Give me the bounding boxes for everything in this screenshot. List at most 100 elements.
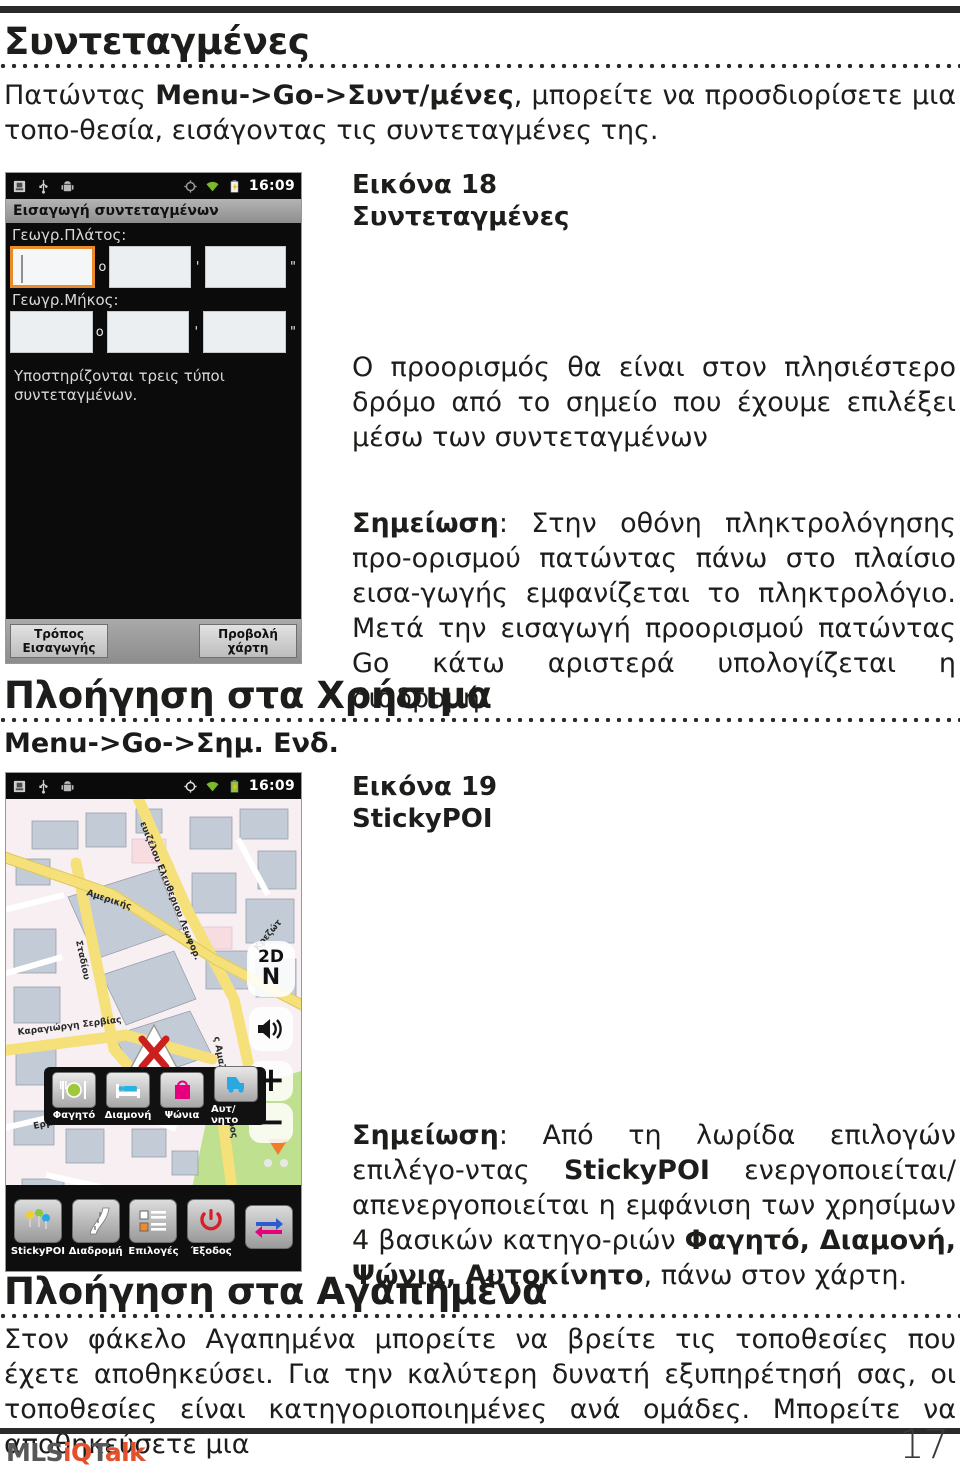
figure-18-caption: Εικόνα 18 Συντεταγμένες xyxy=(352,170,569,233)
dock-item-arrows[interactable] xyxy=(242,1204,296,1252)
usb-icon xyxy=(39,779,48,794)
longitude-label: Γεωγρ.Μήκος: xyxy=(12,291,119,309)
map-view-label-2: χάρτη xyxy=(227,641,269,655)
status-left-icons xyxy=(12,179,75,194)
text-caret xyxy=(21,255,23,283)
poi-strip: Φαγητό Διαμονή Ψώνια Αυτ/νητο xyxy=(44,1066,266,1126)
latitude-seconds-input[interactable] xyxy=(204,246,286,288)
figure-18-caption-line1: Εικόνα 18 xyxy=(352,170,498,200)
dock-label-route: Διαδρομή xyxy=(68,1246,123,1257)
note-1-label: Σημείωση xyxy=(352,508,499,539)
latitude-row: o ' " xyxy=(6,246,301,288)
status-right-icons-map: 16:09 xyxy=(183,778,295,794)
figure-18-body: Ο προορισμός θα είναι στον πλησιέστερο δ… xyxy=(352,352,956,454)
battery-charging-icon xyxy=(230,779,239,793)
map-mode-2d-button[interactable]: 2D N xyxy=(247,941,295,997)
road-icon xyxy=(89,1207,110,1235)
dotted-divider-2 xyxy=(0,716,960,725)
status-left-icons-map xyxy=(12,779,75,794)
android-debug-icon xyxy=(61,180,74,191)
speaker-icon xyxy=(258,1019,282,1039)
poi-label-food: Φαγητό xyxy=(52,1109,96,1121)
wifi-icon xyxy=(206,181,219,191)
dock-item-stickypoi[interactable]: StickyPOI xyxy=(11,1199,65,1257)
dock-item-route[interactable]: Διαδρομή xyxy=(69,1199,123,1257)
status-clock: 16:09 xyxy=(248,178,295,194)
figure-19-caption-line2: StickyPOI xyxy=(352,803,493,834)
minute-unit-lon: ' xyxy=(194,324,199,340)
dock-label-options: Επιλογές xyxy=(128,1246,179,1257)
dock-label-exit: Έξοδος xyxy=(190,1246,232,1257)
map-dock-bar: StickyPOI Διαδρομή Επιλογές Έξοδος xyxy=(6,1185,301,1271)
input-method-button[interactable]: Τρόπος Εισαγωγής xyxy=(10,624,108,658)
page-number: 17 xyxy=(899,1422,949,1468)
longitude-degrees-input[interactable] xyxy=(10,311,93,353)
map-view-button[interactable]: Προβολή χάρτη xyxy=(199,624,297,658)
longitude-row: o ' " xyxy=(6,311,301,353)
menu-path-2: Menu->Go->Σημ. Ενδ. xyxy=(4,728,339,759)
wifi-icon xyxy=(206,781,219,791)
dotted-divider-3 xyxy=(0,1312,960,1321)
minute-unit-lat: ' xyxy=(195,259,200,275)
sdcard-icon xyxy=(13,180,26,192)
poi-label-car: Αυτ/νητο xyxy=(211,1104,239,1126)
outro-paragraph: Στον φάκελο Αγαπημένα μπορείτε να βρείτε… xyxy=(4,1324,956,1461)
status-bar-map: 16:09 xyxy=(6,773,301,799)
section-title-2: Πλοήγηση στα Χρήσιμα xyxy=(4,674,492,717)
screenshot-coordinates-screen: 16:09 Εισαγωγή συντεταγμένων Γεωγρ.Πλάτο… xyxy=(5,172,302,664)
input-method-label-2: Εισαγωγής xyxy=(22,641,96,655)
status-clock-map: 16:09 xyxy=(248,778,295,794)
arrows-icon xyxy=(255,1217,284,1238)
usb-icon xyxy=(39,179,48,194)
latitude-label: Γεωγρ.Πλάτος: xyxy=(12,226,127,244)
longitude-seconds-input[interactable] xyxy=(203,311,287,353)
page-title: Συντεταγμένες xyxy=(4,20,310,63)
dock-item-options[interactable]: Επιλογές xyxy=(126,1199,180,1257)
note-2: Σημείωση: Από τη λωρίδα επιλογών επιλέγο… xyxy=(352,1118,956,1293)
volume-button[interactable] xyxy=(249,1007,293,1051)
app-title-bar: Εισαγωγή συντεταγμένων xyxy=(6,199,301,223)
poi-item-hotel[interactable]: Διαμονή xyxy=(103,1071,153,1121)
coordinates-hint: Υποστηρίζονται τρεις τύποι συντεταγμένων… xyxy=(14,367,225,405)
figure-19-caption: Εικόνα 19 StickyPOI xyxy=(352,772,497,835)
power-icon xyxy=(200,1209,222,1231)
figure-18-caption-line2: Συντεταγμένες xyxy=(352,201,570,232)
longitude-minutes-input[interactable] xyxy=(106,311,190,353)
restaurant-icon xyxy=(60,1080,86,1099)
dock-item-exit[interactable]: Έξοδος xyxy=(184,1199,238,1257)
map-orientation-label: N xyxy=(261,965,281,990)
mls-iqtalk-logo: MLSiQTalk xyxy=(6,1438,146,1467)
dock-label-stickypoi: StickyPOI xyxy=(10,1246,65,1257)
note-2-label: Σημείωση xyxy=(352,1120,499,1151)
poi-label-hotel: Διαμονή xyxy=(104,1109,152,1121)
footer-rule xyxy=(0,1428,960,1434)
logo-t-text: T xyxy=(91,1438,106,1467)
dotted-divider-1 xyxy=(0,62,960,71)
section-title-3: Πλοήγηση στα Αγαπημένα xyxy=(4,1270,548,1313)
intro-text-before: Πατώντας xyxy=(4,80,156,111)
poi-item-food[interactable]: Φαγητό xyxy=(49,1071,99,1121)
gps-icon xyxy=(184,779,197,793)
manual-page: Συντεταγμένες Πατώντας Menu->Go->Συντ/μέ… xyxy=(0,0,960,1474)
hotel-icon xyxy=(116,1083,140,1098)
poi-item-car[interactable]: Αυτ/νητο xyxy=(211,1066,261,1126)
latitude-degrees-input[interactable] xyxy=(10,246,96,288)
second-unit-lat: " xyxy=(289,259,296,275)
figure-19-caption-line1: Εικόνα 19 xyxy=(352,772,498,802)
logo-mls-text: MLS xyxy=(6,1438,64,1467)
shopping-icon xyxy=(175,1080,190,1099)
note-2-part3: , πάνω στον χάρτη. xyxy=(643,1260,908,1292)
list-icon xyxy=(139,1210,167,1232)
poi-item-shopping[interactable]: Ψώνια xyxy=(157,1071,207,1121)
second-unit-lon: " xyxy=(290,324,296,340)
latitude-minutes-input[interactable] xyxy=(109,246,191,288)
note-2-bold-stickypoi: StickyPOI xyxy=(563,1155,710,1187)
intro-paragraph: Πατώντας Menu->Go->Συντ/μένες, μπορείτε … xyxy=(4,78,956,148)
sdcard-icon xyxy=(13,780,26,792)
degree-unit-lon: o xyxy=(95,324,104,340)
soft-key-bar: Τρόπος Εισαγωγής Προβολή χάρτη xyxy=(6,619,301,663)
map-mode-label: 2D xyxy=(258,947,284,967)
pins-icon xyxy=(25,1209,50,1229)
logo-alk-text: alk xyxy=(104,1438,146,1467)
top-rule xyxy=(0,6,960,13)
